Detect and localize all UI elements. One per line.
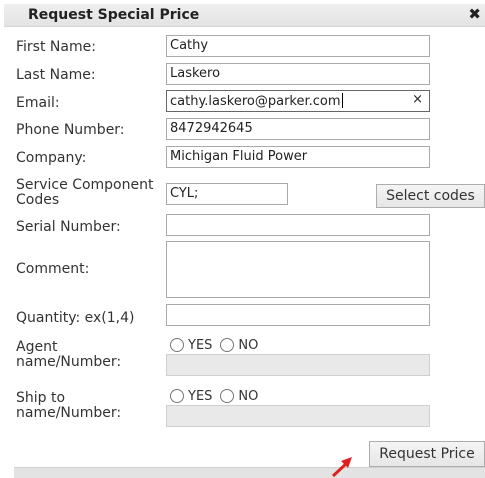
serial-number-input[interactable] [166, 214, 430, 236]
agent-no-label: NO [238, 337, 259, 353]
service-codes-label-line1: Service Component [16, 177, 154, 193]
ship-to-yes-radio[interactable] [170, 389, 184, 403]
ship-to-no-label: NO [238, 388, 259, 404]
dialog-titlebar: Request Special Price ✖ [4, 4, 485, 27]
last-name-label: Last Name: [16, 67, 96, 83]
agent-yes-label: YES [188, 337, 213, 353]
request-price-button[interactable]: Request Price [369, 441, 485, 467]
comment-label: Comment: [16, 261, 90, 277]
dialog-footer-bar [14, 467, 485, 478]
first-name-input[interactable]: Cathy [166, 35, 430, 57]
clear-icon[interactable]: × [412, 92, 423, 107]
company-value: Michigan Fluid Power [170, 149, 308, 164]
email-label: Email: [16, 95, 60, 111]
quantity-label: Quantity: ex(1,4) [16, 310, 135, 326]
first-name-label: First Name: [16, 39, 96, 55]
ship-to-input [166, 405, 430, 427]
company-input[interactable]: Michigan Fluid Power [166, 146, 430, 168]
agent-yes-radio[interactable] [170, 338, 184, 352]
select-codes-button[interactable]: Select codes [376, 184, 485, 208]
dialog-title: Request Special Price [28, 7, 200, 23]
request-special-price-dialog: Request Special Price ✖ First Name: Cath… [0, 0, 485, 478]
text-caret [341, 93, 343, 108]
comment-textarea[interactable] [166, 241, 430, 298]
first-name-value: Cathy [170, 38, 209, 53]
service-codes-label-line2: Codes [16, 192, 60, 208]
phone-value: 8472942645 [170, 121, 253, 136]
ship-to-label-line1: Ship to [16, 390, 66, 406]
email-value: cathy.laskero@parker.com [170, 94, 341, 109]
agent-no-radio[interactable] [220, 338, 235, 352]
ship-to-radio-group: YES NO [170, 387, 266, 405]
agent-label-line2: name/Number: [16, 354, 122, 370]
phone-input[interactable]: 8472942645 [166, 118, 430, 140]
ship-to-no-radio[interactable] [220, 389, 235, 403]
agent-input [166, 354, 430, 376]
email-input[interactable]: cathy.laskero@parker.com × [166, 90, 430, 112]
last-name-value: Laskero [170, 66, 221, 81]
close-icon[interactable]: ✖ [468, 5, 481, 23]
service-codes-value: CYL; [170, 186, 199, 201]
agent-label-line1: Agent [16, 339, 58, 355]
quantity-input[interactable] [166, 304, 430, 326]
last-name-input[interactable]: Laskero [166, 63, 430, 85]
red-arrow-icon [331, 457, 352, 477]
phone-label: Phone Number: [16, 122, 125, 138]
ship-to-label-line2: name/Number: [16, 405, 122, 421]
ship-to-yes-label: YES [188, 388, 213, 404]
company-label: Company: [16, 150, 87, 166]
agent-radio-group: YES NO [170, 336, 266, 354]
serial-number-label: Serial Number: [16, 219, 121, 235]
service-codes-input[interactable]: CYL; [166, 183, 288, 205]
